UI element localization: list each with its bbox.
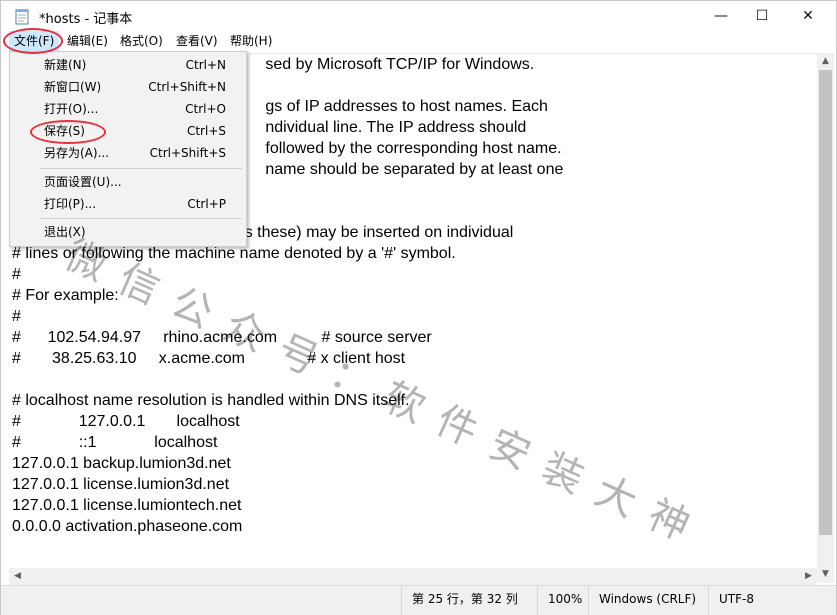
title-bar: *hosts - 记事本 — ☐ ✕ (1, 1, 836, 31)
scroll-thumb[interactable] (819, 70, 832, 535)
scroll-right-icon[interactable]: ▶ (800, 568, 817, 585)
menu-item-new[interactable]: 新建(N) Ctrl+N (10, 54, 246, 76)
minimize-button[interactable]: — (698, 1, 744, 31)
menu-separator (40, 218, 242, 219)
annotation-circle-file-menu (3, 28, 63, 54)
cursor-position: 第 25 行，第 32 列 (401, 586, 547, 615)
menu-item-save-as[interactable]: 另存为(A)... Ctrl+Shift+S (10, 142, 246, 164)
menu-item-shortcut: Ctrl+O (185, 102, 226, 116)
menu-item-shortcut: Ctrl+Shift+S (149, 146, 226, 160)
menu-item-shortcut: Ctrl+N (185, 58, 226, 72)
line-ending: Windows (CRLF) (588, 586, 709, 615)
notepad-icon (15, 9, 29, 25)
scroll-left-icon[interactable]: ◀ (9, 568, 26, 585)
menu-item-open[interactable]: 打开(O)... Ctrl+O (10, 98, 246, 120)
status-bar: 第 25 行，第 32 列 100% Windows (CRLF) UTF-8 (1, 585, 836, 615)
horizontal-scrollbar[interactable]: ◀ ▶ (9, 568, 817, 585)
window-title: *hosts - 记事本 (39, 12, 133, 27)
menu-item-label: 新建(N) (44, 58, 87, 72)
menu-item-shortcut: Ctrl+P (187, 197, 226, 211)
menu-item-shortcut: Ctrl+Shift+N (148, 80, 226, 94)
close-button[interactable]: ✕ (785, 1, 831, 31)
menu-item-label: 新窗口(W) (44, 80, 102, 94)
menu-view[interactable]: 查看(V) (171, 31, 223, 51)
menu-item-label: 打开(O)... (44, 102, 99, 116)
scroll-up-icon[interactable]: ▲ (817, 53, 834, 70)
menu-item-exit[interactable]: 退出(X) (10, 221, 246, 243)
notepad-window: *hosts - 记事本 — ☐ ✕ 文件(F) 编辑(E) 格式(O) 查看(… (0, 0, 837, 615)
editor-line: 127.0.0.1 license.lumiontech.net (12, 497, 242, 514)
menu-item-new-window[interactable]: 新窗口(W) Ctrl+Shift+N (10, 76, 246, 98)
menu-item-label: 打印(P)... (44, 197, 97, 211)
file-menu-dropdown: 新建(N) Ctrl+N 新窗口(W) Ctrl+Shift+N 打开(O)..… (9, 51, 247, 247)
encoding: UTF-8 (708, 586, 829, 615)
maximize-button[interactable]: ☐ (739, 1, 785, 31)
menu-separator (40, 168, 242, 169)
vertical-scrollbar[interactable]: ▲ ▼ (817, 53, 834, 583)
menu-item-shortcut: Ctrl+S (186, 124, 226, 138)
editor-line: 0.0.0.0 activation.phaseone.com (12, 518, 243, 535)
menu-help[interactable]: 帮助(H) (225, 31, 277, 51)
scroll-down-icon[interactable]: ▼ (817, 566, 834, 583)
annotation-circle-save (30, 120, 106, 144)
menu-item-page-setup[interactable]: 页面设置(U)... (10, 171, 246, 193)
menu-edit[interactable]: 编辑(E) (62, 31, 113, 51)
menu-item-label: 另存为(A)... (44, 146, 110, 160)
editor-line: 127.0.0.1 license.lumion3d.net (12, 476, 230, 493)
menu-item-print[interactable]: 打印(P)... Ctrl+P (10, 193, 246, 215)
menu-item-label: 页面设置(U)... (44, 175, 122, 189)
menu-bar: 文件(F) 编辑(E) 格式(O) 查看(V) 帮助(H) (1, 31, 836, 51)
menu-format[interactable]: 格式(O) (115, 31, 168, 51)
